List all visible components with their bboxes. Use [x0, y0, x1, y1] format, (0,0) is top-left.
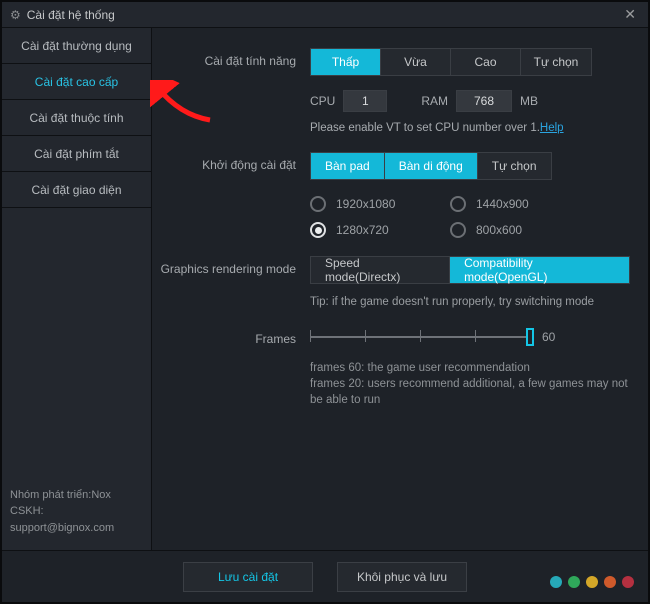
resolution-label: 1920x1080 [336, 197, 395, 211]
titlebar: ⚙ Cài đặt hệ thống ✕ [2, 2, 648, 28]
close-icon[interactable]: ✕ [620, 6, 640, 23]
support-email: support@bignox.com [10, 520, 143, 537]
sidebar-item-1[interactable]: Cài đặt cao cấp [2, 64, 151, 100]
sidebar-item-2[interactable]: Cài đặt thuộc tính [2, 100, 151, 136]
color-dot-3[interactable] [604, 576, 616, 588]
radio-icon [310, 196, 326, 212]
color-dot-4[interactable] [622, 576, 634, 588]
resolution-radio-800x600[interactable]: 800x600 [450, 222, 590, 238]
footer: Lưu cài đặt Khôi phục và lưu [2, 550, 648, 602]
perf-seg-opt-1[interactable]: Vừa [381, 49, 451, 75]
radio-icon [450, 196, 466, 212]
color-dot-2[interactable] [586, 576, 598, 588]
save-button[interactable]: Lưu cài đặt [183, 562, 313, 592]
vt-help-link[interactable]: Help [540, 122, 564, 134]
color-dot-1[interactable] [568, 576, 580, 588]
support-label: CSKH: [10, 503, 143, 520]
perf-label: Cài đặt tính năng [160, 48, 310, 68]
restore-button[interactable]: Khôi phục và lưu [337, 562, 467, 592]
resolution-label: 1280x720 [336, 223, 389, 237]
window-title: Cài đặt hệ thống [27, 8, 621, 22]
ram-input[interactable]: 768 [456, 90, 512, 112]
resolution-label: 800x600 [476, 223, 522, 237]
gear-icon: ⚙ [10, 8, 21, 22]
perf-seg-opt-0[interactable]: Thấp [311, 49, 381, 75]
graphics-tip: Tip: if the game doesn't run properly, t… [310, 296, 630, 308]
color-dots [550, 576, 634, 588]
sidebar-footer: Nhóm phát triển:Nox CSKH: support@bignox… [2, 477, 151, 551]
cpu-label: CPU [310, 94, 335, 108]
resolution-radio-1280x720[interactable]: 1280x720 [310, 222, 450, 238]
resolution-radio-1440x900[interactable]: 1440x900 [450, 196, 590, 212]
radio-icon [450, 222, 466, 238]
frames-note-2: frames 20: users recommend additional, a… [310, 376, 630, 408]
frames-note-1: frames 60: the game user recommendation [310, 360, 630, 376]
startup-seg-opt-2[interactable]: Tự chọn [478, 153, 551, 179]
dev-team-label: Nhóm phát triển:Nox [10, 487, 143, 504]
frames-value: 60 [542, 330, 555, 344]
content: Cài đặt tính năng ThấpVừaCaoTự chọn CPU … [152, 28, 648, 550]
sidebar-item-4[interactable]: Cài đặt giao diện [2, 172, 151, 208]
perf-segmented: ThấpVừaCaoTự chọn [310, 48, 592, 76]
startup-seg-opt-1[interactable]: Bàn di động [385, 153, 478, 179]
cpu-input[interactable]: 1 [343, 90, 387, 112]
startup-seg-opt-0[interactable]: Bàn pad [311, 153, 385, 179]
resolution-label: 1440x900 [476, 197, 529, 211]
graphics-segmented: Speed mode(Directx)Compatibility mode(Op… [310, 256, 630, 284]
sidebar-item-0[interactable]: Cài đặt thường dụng [2, 28, 151, 64]
sidebar: Cài đặt thường dụngCài đặt cao cấpCài đặ… [2, 28, 152, 550]
color-dot-0[interactable] [550, 576, 562, 588]
radio-icon [310, 222, 326, 238]
startup-segmented: Bàn padBàn di độngTự chọn [310, 152, 552, 180]
graphics-label: Graphics rendering mode [160, 256, 310, 276]
vt-text: Please enable VT to set CPU number over … [310, 122, 540, 134]
frames-label: Frames [160, 326, 310, 346]
graphics-seg-opt-0[interactable]: Speed mode(Directx) [311, 257, 450, 283]
ram-label: RAM [421, 94, 448, 108]
graphics-seg-opt-1[interactable]: Compatibility mode(OpenGL) [450, 257, 629, 283]
resolution-group: 1920x1080 1440x900 1280x720 800x600 [310, 196, 630, 238]
mb-label: MB [520, 94, 538, 108]
sidebar-item-3[interactable]: Cài đặt phím tắt [2, 136, 151, 172]
startup-label: Khởi động cài đặt [160, 152, 310, 172]
frames-slider[interactable] [310, 326, 530, 348]
perf-seg-opt-2[interactable]: Cao [451, 49, 521, 75]
resolution-radio-1920x1080[interactable]: 1920x1080 [310, 196, 450, 212]
slider-thumb[interactable] [526, 328, 534, 346]
perf-seg-opt-3[interactable]: Tự chọn [521, 49, 591, 75]
